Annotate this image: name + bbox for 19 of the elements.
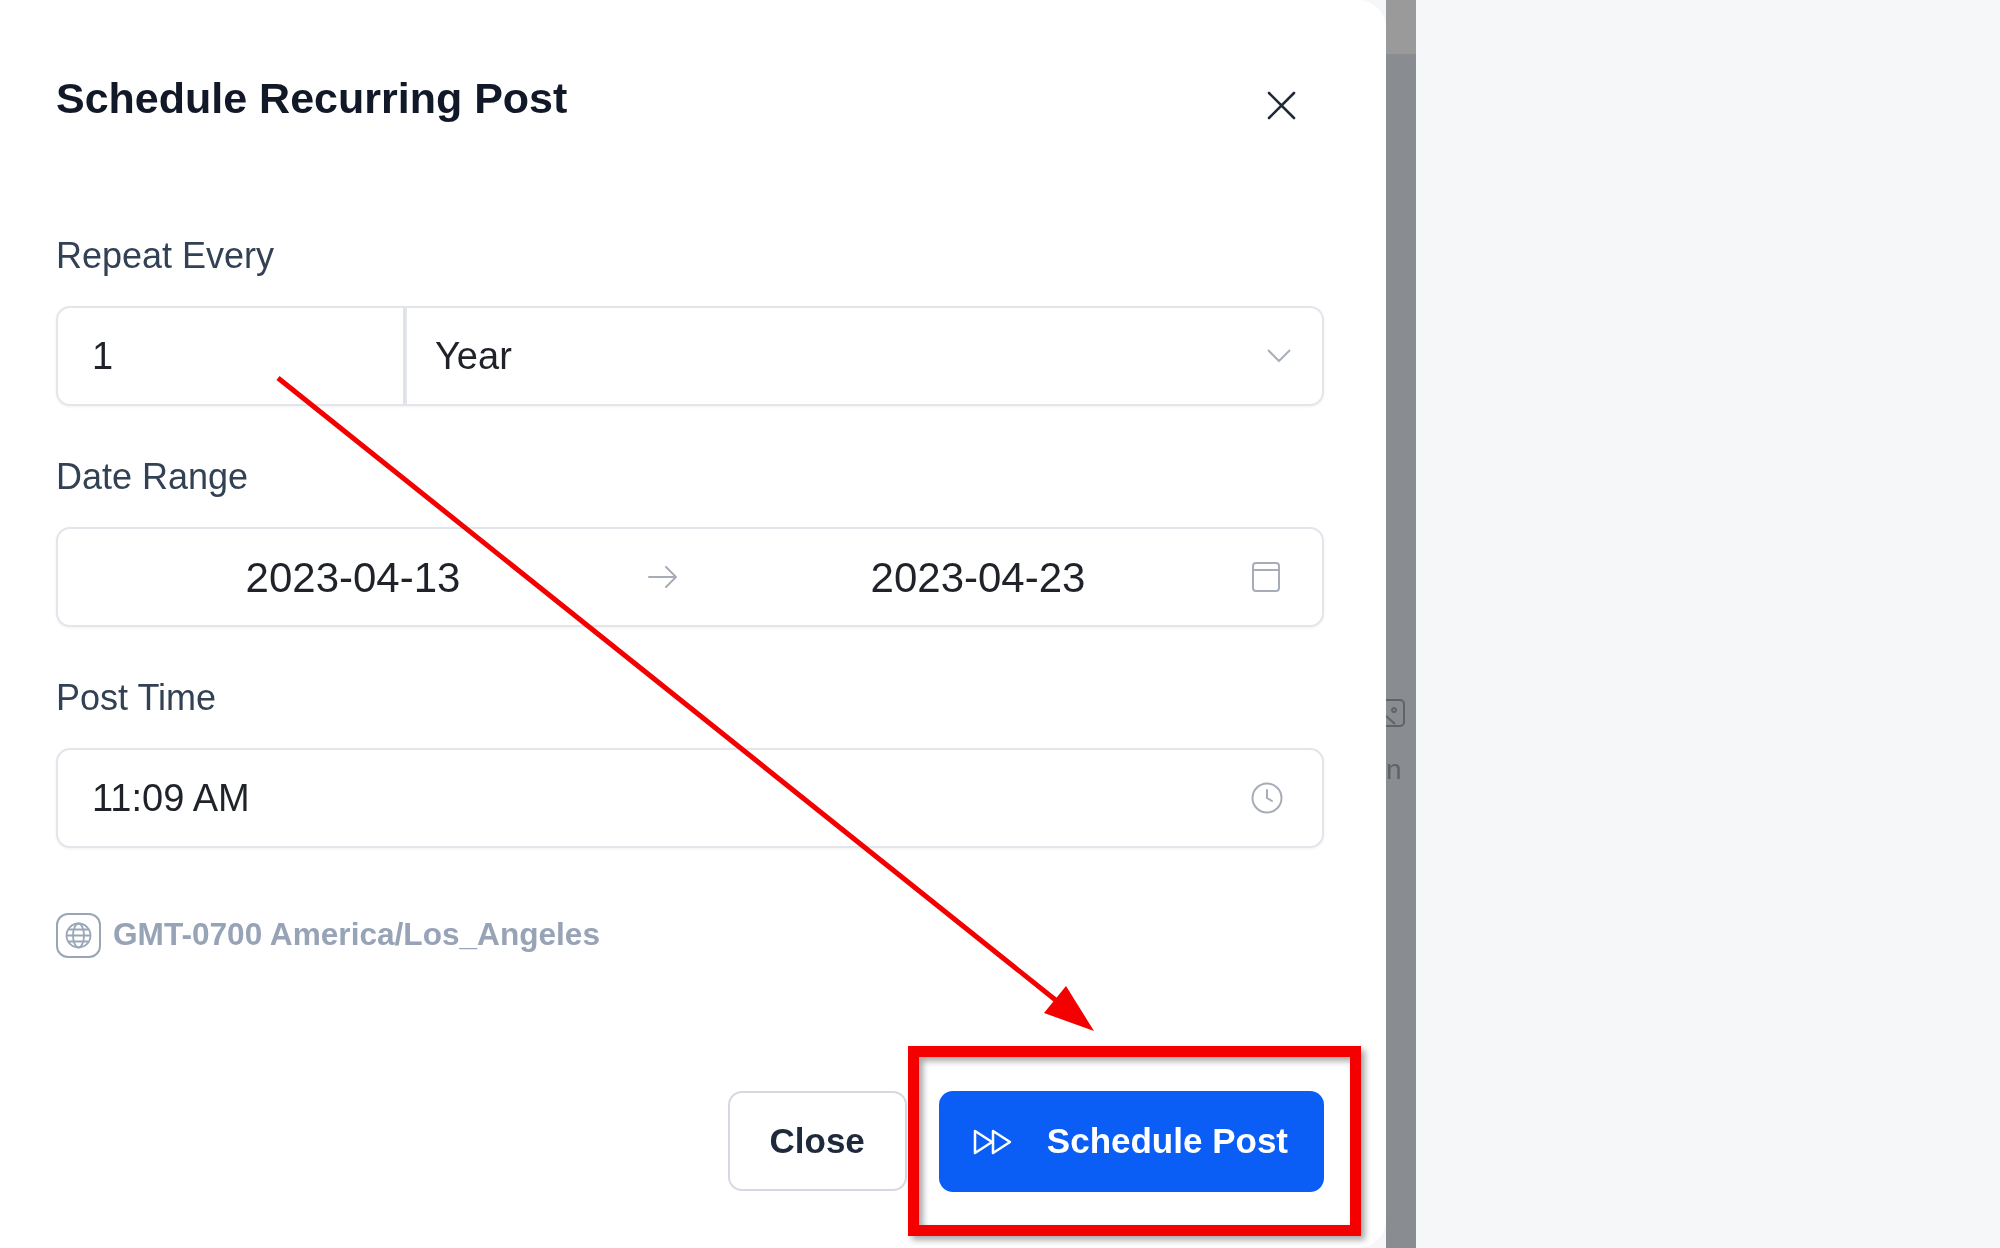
field-label: Post Time	[56, 675, 218, 719]
image-icon	[1386, 698, 1406, 728]
chevron-down-icon	[1267, 349, 1291, 363]
field-label: Date Range	[56, 454, 250, 498]
calendar-icon	[1252, 562, 1280, 592]
timezone-label: GMT-0700 America/Los_Angeles	[113, 916, 600, 954]
schedule-post-button[interactable]: Schedule Post	[938, 1091, 1324, 1192]
date-range-field[interactable]: 2023-04-13 2023-04-23	[56, 527, 1324, 627]
globe-icon	[56, 912, 101, 958]
close-button[interactable]: Close	[727, 1091, 907, 1191]
field-label: Repeat Every	[56, 233, 276, 277]
fast-forward-icon	[972, 1128, 1014, 1155]
arrow-right-icon	[648, 566, 678, 588]
dialog-title: Schedule Recurring Post	[56, 73, 568, 124]
time-field[interactable]: 11:09 AM	[56, 748, 1324, 848]
close-icon[interactable]	[1266, 90, 1297, 121]
clock-icon	[1251, 782, 1283, 814]
repeat-count-field[interactable]: 1	[56, 306, 405, 406]
repeat-unit-select[interactable]: Year	[405, 306, 1324, 406]
